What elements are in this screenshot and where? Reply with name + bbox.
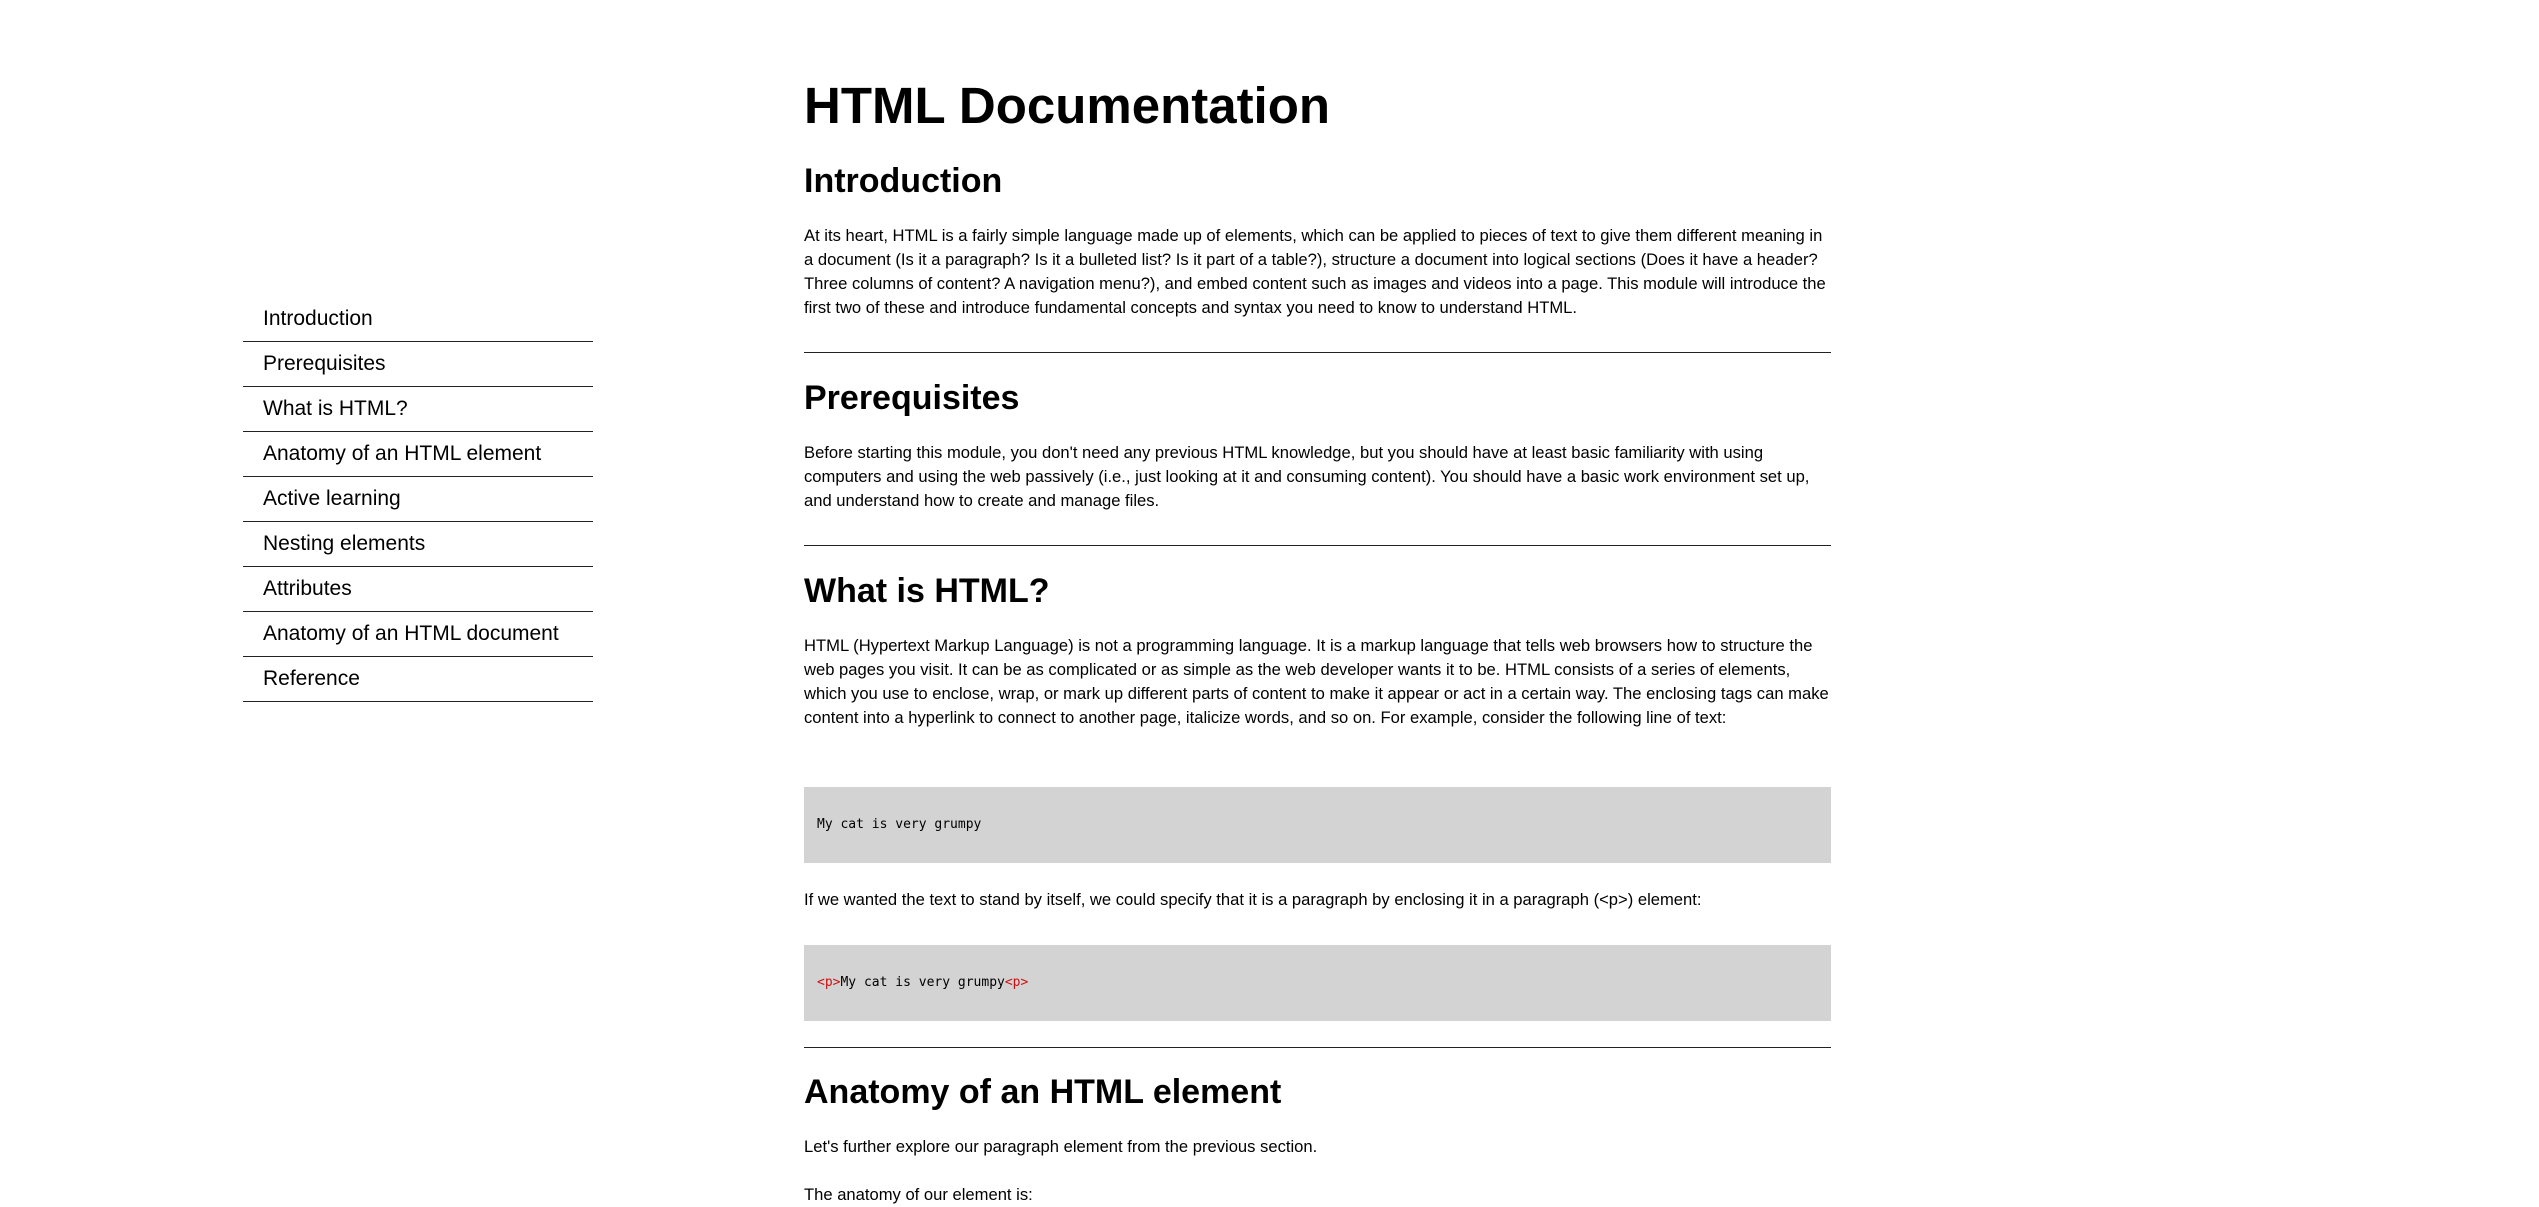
nav-link-active-learning[interactable]: Active learning <box>243 477 593 522</box>
code-close-tag: <p> <box>1004 975 1029 990</box>
nav-link-anatomy-element[interactable]: Anatomy of an HTML element <box>243 432 593 477</box>
section-text-introduction: At its heart, HTML is a fairly simple la… <box>804 226 1826 317</box>
section-heading-what-is-html: What is HTML? <box>804 572 1050 610</box>
section-text-anatomy-element: Let's further explore our paragraph elem… <box>804 1137 1318 1156</box>
section-prerequisites: Prerequisites Before starting this modul… <box>804 378 1831 513</box>
section-divider <box>804 545 1831 546</box>
section-text-prerequisites: Before starting this module, you don't n… <box>804 443 1810 510</box>
nav-link-nesting-elements[interactable]: Nesting elements <box>243 522 593 567</box>
section-text-paragraph-explain-wrap: If we wanted the text to stand by itself… <box>804 888 1831 912</box>
section-text-anatomy-element-2: The anatomy of our element is: <box>804 1185 1033 1204</box>
nav-link-reference[interactable]: Reference <box>243 657 593 702</box>
code-block-paragraph: <p>My cat is very grumpy<p> <box>804 945 1831 1021</box>
section-heading-introduction: Introduction <box>804 162 1003 200</box>
code-content: My cat is very grumpy <box>840 975 1005 990</box>
section-text-what-is-html: HTML (Hypertext Markup Language) is not … <box>804 636 1829 727</box>
section-anatomy-element: Anatomy of an HTML element Let's further… <box>804 1072 1831 1207</box>
code-text: My cat is very grumpy <box>817 817 982 832</box>
nav-link-introduction[interactable]: Introduction <box>243 297 593 342</box>
code-block-plain: My cat is very grumpy <box>804 787 1831 863</box>
nav-link-prerequisites[interactable]: Prerequisites <box>243 342 593 387</box>
nav-link-what-is-html[interactable]: What is HTML? <box>243 387 593 432</box>
section-heading-anatomy-element: Anatomy of an HTML element <box>804 1073 1282 1111</box>
section-what-is-html: What is HTML? HTML (Hypertext Markup Lan… <box>804 571 1831 730</box>
page-title: HTML Documentation <box>804 77 1331 134</box>
section-text-paragraph-explain: If we wanted the text to stand by itself… <box>804 890 1702 909</box>
nav-link-attributes[interactable]: Attributes <box>243 567 593 612</box>
section-divider <box>804 1047 1831 1048</box>
section-heading-prerequisites: Prerequisites <box>804 379 1020 417</box>
section-introduction: Introduction At its heart, HTML is a fai… <box>804 161 1831 320</box>
nav-link-anatomy-document[interactable]: Anatomy of an HTML document <box>243 612 593 657</box>
section-divider <box>804 352 1831 353</box>
sidebar-nav: Introduction Prerequisites What is HTML?… <box>243 297 593 702</box>
code-open-tag: <p> <box>817 975 841 990</box>
